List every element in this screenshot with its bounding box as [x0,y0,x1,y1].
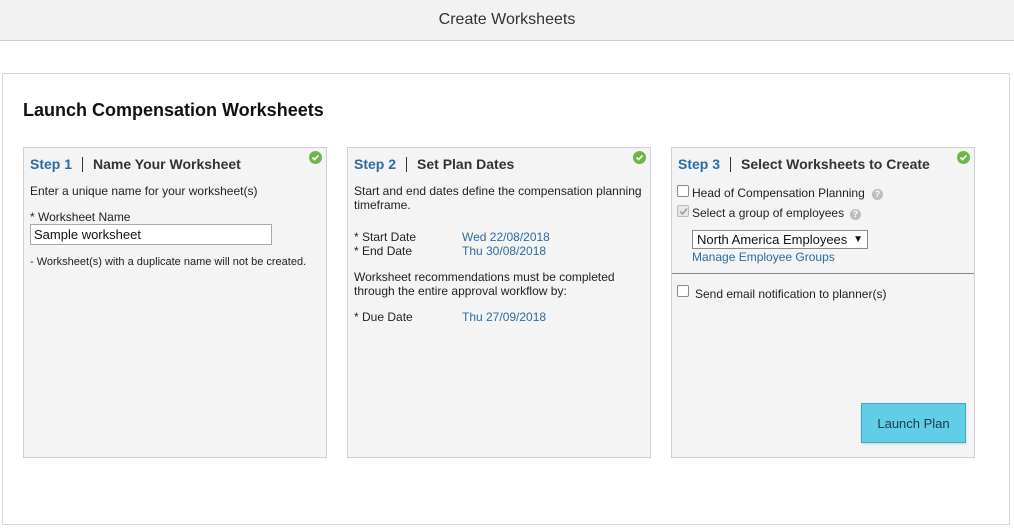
group-of-employees-help-icon[interactable]: ? [850,209,861,220]
step1-complete-check-icon [309,151,322,164]
start-date-value[interactable]: Wed 22/08/2018 [462,230,550,244]
step3-complete-check-icon [957,151,970,164]
due-date-label: * Due Date [354,310,413,324]
step1-instruction: Enter a unique name for your worksheet(s… [30,184,258,198]
email-notification-checkbox[interactable] [677,285,689,297]
head-of-compensation-help-icon[interactable]: ? [872,189,883,200]
step2-complete-check-icon [633,151,646,164]
launch-plan-button[interactable]: Launch Plan [861,403,966,443]
step3-number: Step 3 [678,156,721,172]
employee-group-selected: North America Employees [697,232,848,247]
step1-header: Step 1 Name Your Worksheet [30,156,241,172]
manage-employee-groups-link[interactable]: Manage Employee Groups [692,250,835,264]
step3-separator [730,156,732,172]
step1-separator [82,156,84,172]
step2-title: Set Plan Dates [417,156,515,172]
recommendations-note-line2: through the entire approval workflow by: [354,284,567,298]
end-date-label: * End Date [354,244,413,258]
step3-header: Step 3 Select Worksheets to Create [678,156,930,172]
plan-dates-intro-line2: timeframe. [354,198,411,212]
step2-panel: Step 2 Set Plan Dates Start and end date… [347,147,651,458]
plan-dates-intro-line1: Start and end dates define the compensat… [354,184,642,198]
head-of-compensation-checkbox[interactable] [677,185,689,197]
step2-header: Step 2 Set Plan Dates [354,156,514,172]
chevron-down-icon: ▼ [853,234,863,245]
group-of-employees-label: Select a group of employees [692,206,845,220]
duplicate-name-note: - Worksheet(s) with a duplicate name wil… [30,256,307,268]
recommendations-note-line1: Worksheet recommendations must be comple… [354,270,615,284]
worksheet-name-input[interactable] [30,224,272,245]
step3-divider [672,273,974,274]
step1-title: Name Your Worksheet [93,156,241,172]
window-header: Create Worksheets [0,0,1014,41]
step2-separator [406,156,408,172]
end-date-value[interactable]: Thu 30/08/2018 [462,244,546,258]
step2-number: Step 2 [354,156,397,172]
page-title: Launch Compensation Worksheets [23,100,324,120]
employee-group-select[interactable]: North America Employees ▼ [692,230,868,249]
due-date-value[interactable]: Thu 27/09/2018 [462,310,546,324]
email-notification-label: Send email notification to planner(s) [695,287,887,301]
step1-panel: Step 1 Name Your Worksheet Enter a uniqu… [23,147,327,458]
step1-number: Step 1 [30,156,73,172]
worksheet-name-label: * Worksheet Name [30,210,131,224]
step3-title: Select Worksheets to Create [741,156,930,172]
start-date-label: * Start Date [354,230,417,244]
group-of-employees-checkbox[interactable] [677,205,689,217]
window-title: Create Worksheets [438,11,576,28]
head-of-compensation-label: Head of Compensation Planning [692,186,865,200]
main-panel: Launch Compensation Worksheets Step 1 Na… [2,73,1010,525]
